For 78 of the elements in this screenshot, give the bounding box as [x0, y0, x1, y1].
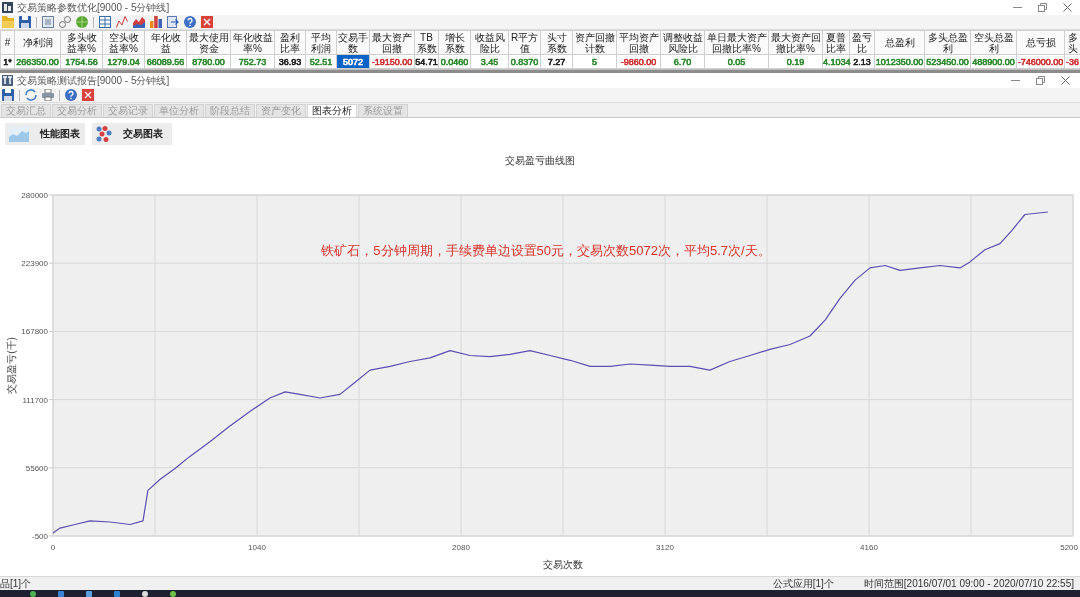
- column-header[interactable]: 最大使用资金: [186, 30, 231, 55]
- column-header[interactable]: 盈利比率: [274, 30, 306, 55]
- app-icon[interactable]: [30, 590, 36, 597]
- column-header[interactable]: 收益风险比: [470, 30, 509, 55]
- chart-annotation: 铁矿石，5分钟周期，手续费单边设置50元，交易次数5072次，平均5.7次/天。: [321, 243, 771, 258]
- app-icon[interactable]: [142, 590, 148, 597]
- export-icon[interactable]: [167, 16, 179, 28]
- column-header[interactable]: 空头总盈利: [970, 30, 1017, 55]
- printer-icon[interactable]: [42, 89, 54, 101]
- axis-tick-label: 2080: [452, 543, 470, 552]
- chart-title: 交易盈亏曲线图: [505, 155, 575, 166]
- tab[interactable]: 图表分析: [307, 104, 357, 117]
- column-header[interactable]: 年化收益: [144, 30, 187, 55]
- link-icon[interactable]: [59, 16, 71, 28]
- axis-tick-label: 55600: [25, 463, 48, 473]
- axis-tick-label: 280000: [21, 191, 48, 200]
- app-icon[interactable]: [86, 590, 92, 597]
- column-header[interactable]: 年化收益率%: [230, 30, 275, 55]
- window-title: 交易策略参数优化[9000 - 5分钟线]: [17, 1, 170, 14]
- column-header[interactable]: #: [0, 30, 15, 55]
- axis-tick-label: 3120: [656, 543, 674, 552]
- close-icon[interactable]: [82, 89, 94, 101]
- column-header[interactable]: 平均利润: [305, 30, 337, 55]
- document-icon[interactable]: [42, 16, 54, 28]
- close-icon[interactable]: [201, 16, 213, 28]
- axis-tick-label: 223900: [21, 259, 48, 269]
- app-icon: [2, 2, 13, 13]
- column-header[interactable]: 资产回撤计数: [572, 30, 617, 55]
- chart-type-button[interactable]: 交易图表: [92, 123, 172, 145]
- area-chart-icon: [9, 126, 29, 142]
- column-header[interactable]: 最大资产回撤比率%: [768, 30, 823, 55]
- line-chart-icon[interactable]: [116, 16, 128, 28]
- close-icon[interactable]: [1061, 76, 1070, 85]
- column-header[interactable]: 单日最大资产回撤比率%: [704, 30, 769, 55]
- maximize-icon[interactable]: [1036, 76, 1045, 85]
- area-chart-icon[interactable]: [133, 16, 145, 28]
- axis-tick-label: -500: [32, 532, 48, 541]
- axis-tick-label: 167800: [21, 327, 48, 337]
- axis-tick-label: 4160: [860, 543, 878, 552]
- column-header[interactable]: 空头收益率%: [102, 30, 145, 55]
- refresh-icon[interactable]: [25, 89, 37, 101]
- column-header[interactable]: 平均资产回撤: [616, 30, 661, 55]
- status-text: 公式应用[1]个: [772, 577, 834, 590]
- axis-tick-label: 0: [50, 543, 56, 552]
- status-text: 品[1]个: [0, 577, 32, 590]
- status-text: 时间范围[2016/07/01 09:00 - 2020/07/10 22:55]: [863, 577, 1074, 590]
- column-header[interactable]: 多头总盈利: [924, 30, 971, 55]
- globe-icon[interactable]: [76, 16, 88, 28]
- axis-tick-label: 111700: [22, 395, 48, 405]
- bar-chart-icon[interactable]: [150, 16, 162, 28]
- column-header[interactable]: 总亏损: [1016, 30, 1065, 55]
- x-axis-label: 交易次数: [543, 559, 583, 570]
- close-icon[interactable]: [1063, 3, 1072, 12]
- column-header[interactable]: 最大资产回撤: [369, 30, 415, 55]
- save-icon[interactable]: [19, 16, 31, 28]
- window-title: 交易策略测试报告[9000 - 5分钟线]: [17, 74, 170, 87]
- y-axis-label: 交易盈亏(千): [6, 337, 17, 394]
- help-icon[interactable]: [65, 89, 77, 101]
- column-header[interactable]: 交易手数: [336, 30, 370, 55]
- column-header[interactable]: 盈亏比: [849, 30, 875, 55]
- column-header[interactable]: 头寸系数: [540, 30, 573, 55]
- column-header[interactable]: 夏普比率: [822, 30, 850, 55]
- column-header[interactable]: 调整收益风险比: [660, 30, 705, 55]
- column-header[interactable]: TB系数: [414, 30, 439, 55]
- app-icon[interactable]: [170, 590, 176, 597]
- axis-tick-label: 1040: [248, 543, 266, 552]
- save-icon[interactable]: [2, 89, 14, 101]
- table-icon[interactable]: [99, 16, 111, 28]
- scatter-chart-icon: [96, 126, 112, 142]
- chart-type-button[interactable]: 性能图表: [5, 123, 85, 145]
- axis-tick-label: 5200: [1060, 543, 1078, 552]
- column-header[interactable]: 增长系数: [438, 30, 471, 55]
- column-header[interactable]: 总盈利: [874, 30, 925, 55]
- help-icon[interactable]: [184, 16, 196, 28]
- maximize-icon[interactable]: [1038, 3, 1047, 12]
- column-header[interactable]: 多头收益率%: [60, 30, 103, 55]
- column-header[interactable]: R平方值: [508, 30, 541, 55]
- column-header[interactable]: 净利润: [14, 30, 61, 55]
